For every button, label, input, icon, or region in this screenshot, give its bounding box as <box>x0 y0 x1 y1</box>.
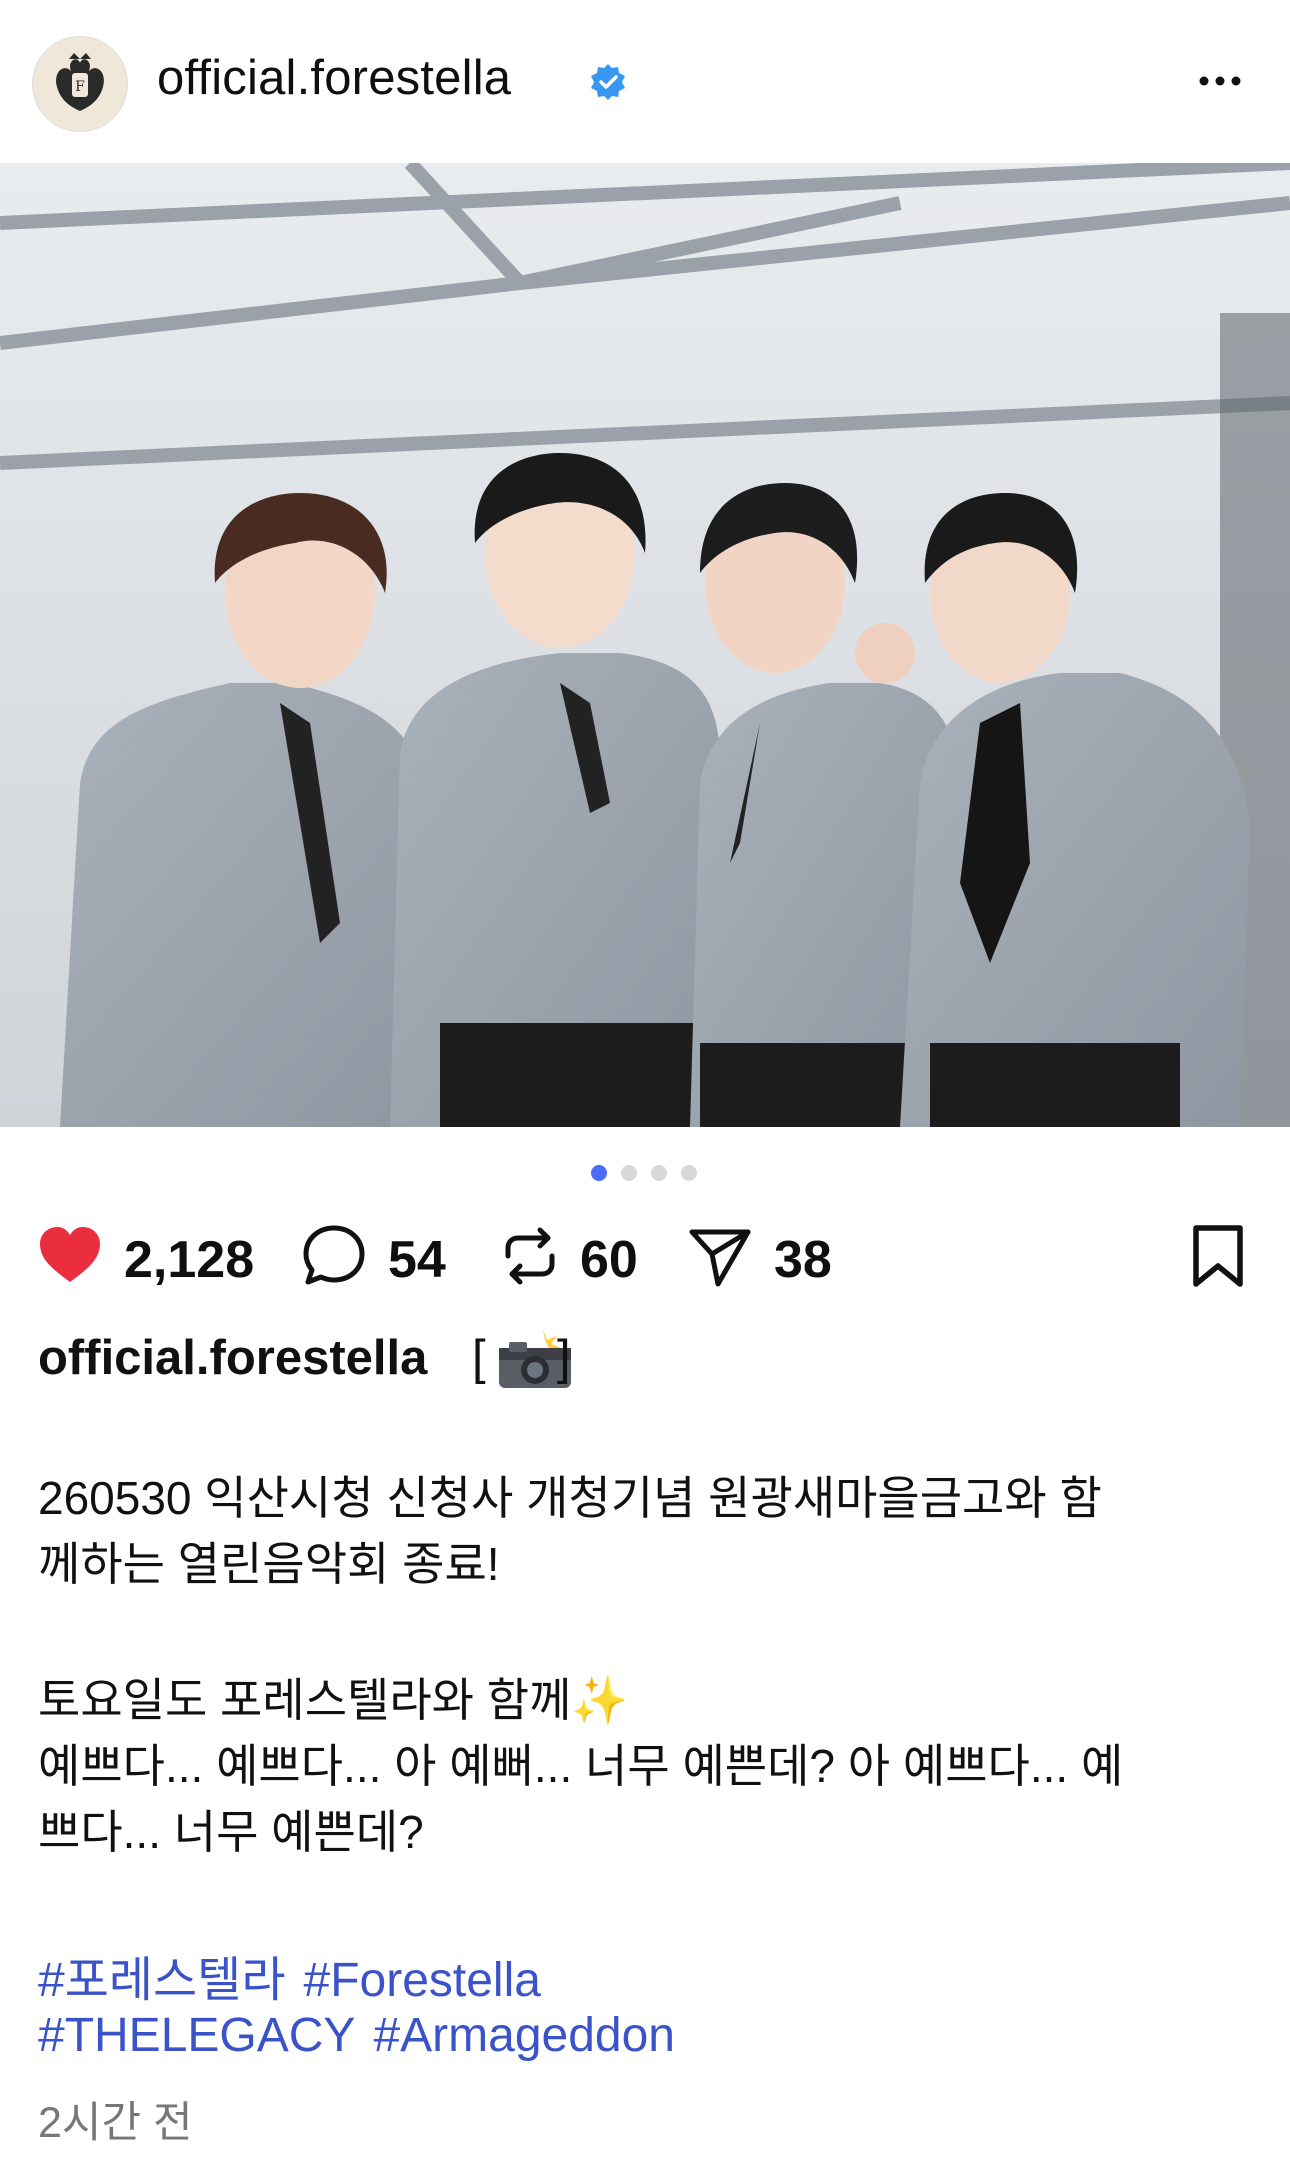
post-header: F official.forestella <box>0 0 1290 163</box>
repost-icon[interactable] <box>494 1220 566 1292</box>
bookmark-icon[interactable] <box>1182 1220 1254 1292</box>
avatar[interactable]: F <box>32 36 128 132</box>
hashtag-link[interactable]: #THELEGACY <box>38 2009 355 2062</box>
caption-username[interactable]: official.forestella <box>38 1330 427 1386</box>
carousel-dot-3[interactable] <box>651 1165 667 1181</box>
share-icon[interactable] <box>684 1220 756 1292</box>
caption-line-2: 께하는 열린음악회 종료! <box>38 1538 500 1590</box>
hashtag-link[interactable]: #Armageddon <box>373 2009 675 2062</box>
carousel-dot-4[interactable] <box>681 1165 697 1181</box>
caption-line-5: 쁘다... 너무 예쁜데? <box>38 1806 424 1858</box>
crest-logo-icon: F <box>34 38 126 130</box>
hashtag-link[interactable]: #Forestella <box>304 1954 541 2007</box>
carousel-dot-2[interactable] <box>621 1165 637 1181</box>
carousel-indicator <box>0 1165 1290 1185</box>
hashtag-row-1: #포레스텔라 #Forestella <box>38 1940 559 2010</box>
header-username[interactable]: official.forestella <box>157 50 511 106</box>
action-bar: 2,128 54 60 38 <box>0 1220 1290 1300</box>
svg-text:F: F <box>75 79 85 95</box>
verified-badge-icon <box>591 64 625 100</box>
carousel-dot-1[interactable] <box>591 1165 607 1181</box>
post-timestamp: 2시간 전 <box>38 2099 193 2147</box>
heart-icon[interactable] <box>34 1220 106 1292</box>
post-photo[interactable] <box>0 163 1290 1127</box>
hashtag-link[interactable]: #포레스텔라 <box>38 1954 286 2007</box>
caption-line-3: 토요일도 포레스텔라와 함께✨ <box>38 1674 629 1726</box>
hashtag-row-2: #THELEGACY #Armageddon <box>38 2008 693 2063</box>
more-horizontal-icon[interactable] <box>1190 56 1250 106</box>
caption-line-4: 예쁘다... 예쁘다... 아 예뻐... 너무 예쁜데? 아 예쁘다... 예 <box>38 1740 1124 1792</box>
reposts-count: 60 <box>580 1231 638 1289</box>
group-photo-image <box>0 163 1290 1127</box>
caption-bracket-close: ] <box>557 1331 571 1385</box>
caption-bracket-open: [ <box>472 1331 486 1385</box>
likes-count: 2,128 <box>124 1231 255 1289</box>
comment-icon[interactable] <box>298 1220 370 1292</box>
shares-count: 38 <box>774 1231 832 1289</box>
comments-count: 54 <box>388 1231 446 1289</box>
caption-line-1: 260530 익산시청 신청사 개청기념 원광새마을금고와 함 <box>38 1472 1102 1524</box>
